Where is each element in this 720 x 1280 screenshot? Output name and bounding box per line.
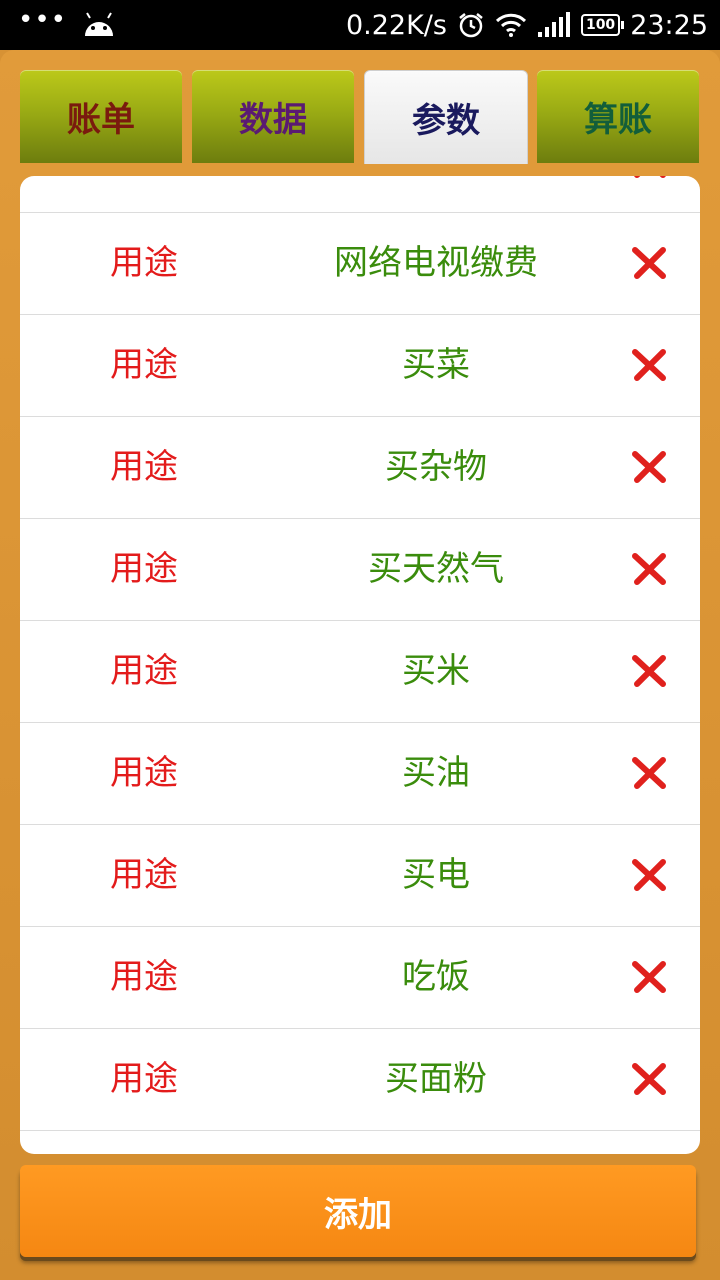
item-label: 用途	[110, 957, 178, 997]
tab-bill[interactable]: 账单	[20, 70, 182, 163]
wifi-icon	[495, 13, 527, 37]
list-item: 用途 买面粉	[20, 1028, 700, 1129]
list-item: 用途 买杂物	[20, 416, 700, 517]
item-label: 用途	[110, 855, 178, 895]
network-speed: 0.22K/s	[345, 9, 447, 41]
delete-icon[interactable]	[630, 176, 670, 182]
tab-accounting[interactable]: 算账	[537, 70, 699, 163]
android-icon	[85, 12, 114, 36]
add-button-label: 添加	[324, 1194, 392, 1235]
tab-data[interactable]: 数据	[192, 70, 354, 163]
list-item: 用途 买菜	[20, 314, 700, 415]
more-notifications-icon: •••	[18, 5, 68, 35]
tab-label: 算账	[584, 100, 652, 140]
item-value: 买油	[402, 753, 470, 793]
list-item: 用途 吃饭	[20, 926, 700, 1027]
param-list[interactable]: 用途 网费 用途 网络电视缴费 用途 买菜 用途 买杂物 用途 买天然气 用途	[20, 176, 700, 1154]
clock: 23:25	[630, 9, 708, 41]
signal-icon	[537, 12, 570, 37]
item-label: 用途	[110, 549, 178, 589]
item-label: 用途	[110, 345, 178, 385]
list-item: 用途 买米	[20, 620, 700, 721]
item-value: 买菜	[402, 345, 470, 385]
delete-icon[interactable]	[630, 549, 670, 589]
delete-icon[interactable]	[630, 243, 670, 283]
tab-label: 数据	[239, 100, 307, 140]
item-value: 买杂物	[385, 447, 487, 487]
status-bar: ••• 0.22K/s 100 23:25	[0, 0, 720, 50]
alarm-icon	[459, 13, 483, 38]
tab-params[interactable]: 参数	[364, 70, 528, 164]
list-item: 用途 买天然气	[20, 518, 700, 619]
battery-icon: 100	[580, 14, 625, 36]
item-value: 网络电视缴费	[334, 243, 538, 283]
delete-icon[interactable]	[630, 447, 670, 487]
list-item	[20, 1130, 700, 1154]
delete-icon[interactable]	[630, 957, 670, 997]
tab-bar: 账单 数据 参数 算账	[20, 70, 700, 165]
item-value: 买米	[402, 651, 470, 691]
delete-icon[interactable]	[630, 855, 670, 895]
delete-icon[interactable]	[630, 1059, 670, 1099]
item-value: 买天然气	[368, 549, 504, 589]
item-value: 买电	[402, 855, 470, 895]
item-label: 用途	[110, 243, 178, 283]
item-label: 用途	[110, 447, 178, 487]
list-item: 用途 买电	[20, 824, 700, 925]
list-item: 用途 买油	[20, 722, 700, 823]
delete-icon[interactable]	[630, 345, 670, 385]
item-label: 用途	[110, 176, 178, 212]
tab-label: 参数	[412, 101, 480, 141]
list-item: 用途 网络电视缴费	[20, 212, 700, 313]
item-label: 用途	[110, 1059, 178, 1099]
tab-label: 账单	[67, 100, 135, 140]
list-item: 用途 网费	[20, 176, 700, 213]
delete-icon[interactable]	[630, 753, 670, 793]
item-label: 用途	[110, 753, 178, 793]
item-value: 买面粉	[385, 1059, 487, 1099]
item-value: 吃饭	[402, 957, 470, 997]
item-label: 用途	[110, 651, 178, 691]
item-value: 网费	[280, 176, 592, 212]
add-button[interactable]: 添加	[20, 1165, 696, 1257]
delete-icon[interactable]	[630, 651, 670, 691]
